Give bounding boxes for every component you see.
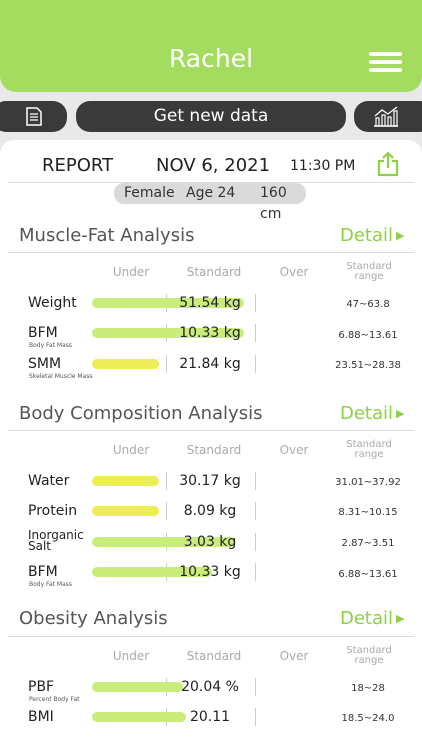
row-label-inorganic-salt: Inorganic Salt [28,528,84,553]
range-weight: 47~63.8 [346,299,390,310]
divider [8,636,414,637]
value-bfm-2: 10.33 kg [179,564,241,580]
detail-label: Detail [340,403,394,424]
row-label-pbf: PBF [28,679,55,695]
row-sub-smm: Skeletal Muscle Mass [29,373,93,380]
row-label-bfm: BFM [28,325,58,341]
detail-label: Detail [340,608,394,629]
obesity-title: Obesity Analysis [19,608,168,629]
range-pbf: 18~28 [351,683,385,694]
range-water: 31.01~37.92 [335,477,401,488]
value-bmi: 20.11 [189,709,231,725]
bar-protein [92,506,159,516]
value-bfm: 10.33 kg [179,325,241,341]
profile-gender: Female [124,185,175,201]
row-label-protein: Protein [28,503,78,519]
range-smm: 23.51~28.38 [335,360,401,371]
profile-age: Age 24 [186,185,236,201]
col-standard: Standard [186,443,242,457]
range-bmi: 18.5~24.0 [341,713,395,724]
range-line-2: range [354,449,384,460]
value-protein: 8.09 kg [183,503,237,519]
trend-button[interactable] [354,101,422,132]
range-bfm-2: 6.88~13.61 [338,569,398,580]
divider [8,252,414,253]
range-bfm: 6.88~13.61 [338,330,398,341]
value-water: 30.17 kg [179,473,241,489]
range-protein: 8.31~10.15 [338,507,398,518]
col-range: Standard range [340,440,398,460]
row-label-bmi: BMI [28,709,54,725]
row-sub-bfm: Body Fat Mass [29,342,72,349]
col-standard: Standard [186,649,242,663]
profile-height: 160 cm [260,185,287,222]
body-composition-title: Body Composition Analysis [19,403,263,424]
col-under: Under [112,265,150,279]
muscle-fat-title: Muscle-Fat Analysis [19,225,195,246]
range-line-2: range [354,271,384,282]
range-inorganic-salt: 2.87~3.51 [341,538,395,549]
toolbar: Get new data [0,101,422,132]
report-date: NOV 6, 2021 [156,155,271,176]
value-weight: 51.54 kg [179,295,241,311]
report-list-button[interactable] [0,101,67,132]
share-icon[interactable] [377,151,399,177]
col-over: Over [279,265,309,279]
hamburger-menu-icon[interactable] [369,52,402,72]
col-over: Over [279,443,309,457]
app-header: Rachel [0,0,422,92]
body-composition-detail-link[interactable]: Detail ▶ [340,403,405,424]
row-label-smm: SMM [28,356,62,372]
profile-pill: Female Age 24 160 cm [114,183,306,222]
get-new-data-button[interactable]: Get new data [76,101,346,132]
range-line-2: range [354,655,384,666]
user-name-title: Rachel [168,44,254,73]
col-under: Under [112,443,150,457]
detail-label: Detail [340,225,394,246]
play-arrow-icon: ▶ [396,407,405,420]
value-inorganic-salt: 3.03 kg [183,534,237,550]
row-label-water: Water [28,473,70,489]
bar-water [92,476,159,486]
row-label-weight: Weight [28,295,77,311]
divider [8,430,414,431]
col-over: Over [279,649,309,663]
value-smm: 21.84 kg [179,356,241,372]
document-icon [26,107,42,126]
value-pbf: 20.04 % [181,679,239,695]
report-label: REPORT [42,155,114,176]
col-under: Under [112,649,150,663]
row-label-bfm-2: BFM [28,564,58,580]
play-arrow-icon: ▶ [396,229,405,242]
row-sub-bfm-2: Body Fat Mass [29,581,72,588]
obesity-detail-link[interactable]: Detail ▶ [340,608,405,629]
col-standard: Standard [186,265,242,279]
col-range: Standard range [340,646,398,666]
report-time: 11:30 PM [290,158,356,174]
bar-smm [92,359,159,369]
play-arrow-icon: ▶ [396,612,405,625]
row-sub-pbf: Percent Body Fat [29,696,80,703]
col-range: Standard range [340,262,398,282]
muscle-fat-detail-link[interactable]: Detail ▶ [340,225,405,246]
trend-chart-icon [374,106,398,127]
